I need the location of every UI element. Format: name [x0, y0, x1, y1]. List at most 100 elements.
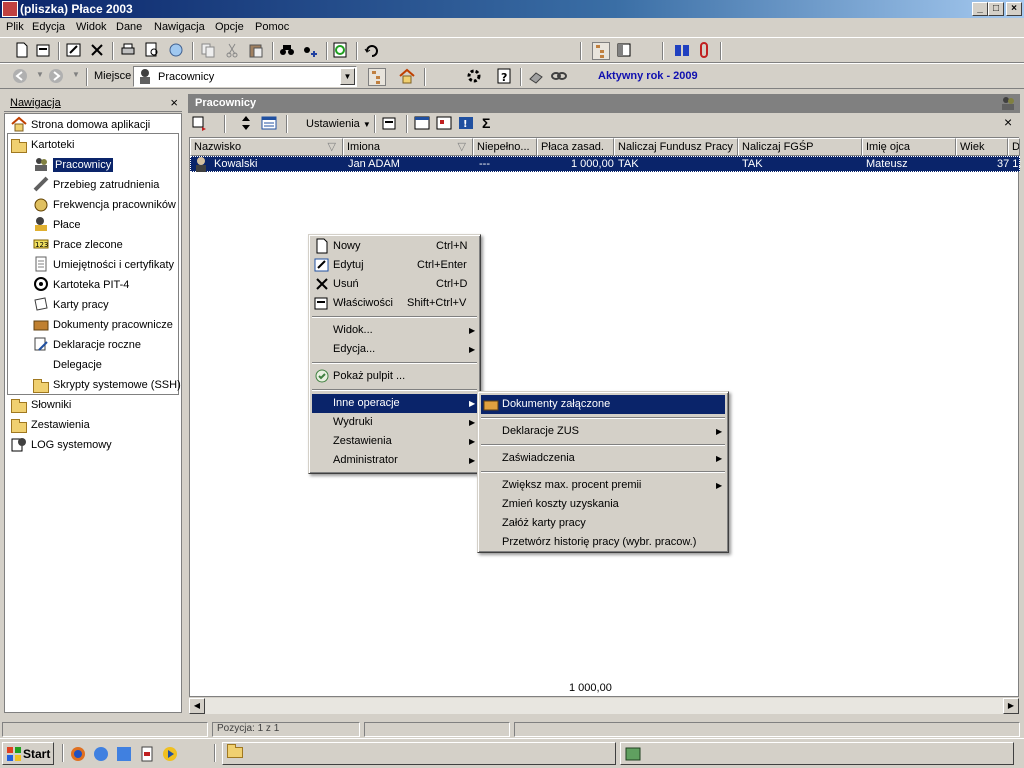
nav-item-delegacje[interactable]: Delegacje — [53, 356, 102, 374]
print-preview-icon[interactable] — [144, 42, 162, 60]
ie-icon[interactable] — [116, 746, 132, 762]
menu-item-wydruki[interactable]: Wydruki ▶ — [312, 413, 477, 432]
column-header-wiek[interactable]: Wiek — [956, 138, 1008, 156]
find-next-icon[interactable] — [302, 42, 320, 60]
help-icon[interactable]: ? — [496, 68, 514, 86]
close-icon[interactable]: × — [1004, 114, 1012, 130]
refresh-icon[interactable] — [332, 42, 350, 60]
help-book-icon[interactable] — [674, 42, 692, 60]
chevron-down-icon[interactable]: ▼ — [340, 68, 355, 85]
browser-icon[interactable] — [93, 746, 109, 762]
menu-item-widok[interactable]: Widok... ▶ — [312, 321, 477, 340]
properties-icon[interactable] — [382, 115, 400, 133]
mail-icon[interactable] — [168, 42, 186, 60]
nav-item-deklaracje[interactable]: Deklaracje roczne — [33, 336, 141, 354]
new-document-icon[interactable] — [14, 42, 32, 60]
paste-icon[interactable] — [248, 42, 266, 60]
link-icon[interactable] — [551, 68, 569, 86]
filter-icon[interactable] — [192, 115, 210, 133]
sum-icon[interactable]: Σ — [482, 115, 500, 133]
column-header-fgsp[interactable]: Naliczaj FGŚP — [738, 138, 862, 156]
export-icon[interactable] — [436, 115, 454, 133]
table-row[interactable]: Kowalski Jan ADAM --- 1 000,00 TAK TAK M… — [190, 156, 1021, 172]
scroll-left-icon[interactable]: ◀ — [189, 698, 205, 714]
home-icon[interactable] — [399, 68, 417, 86]
column-header-imiona[interactable]: Imiona ▽ — [343, 138, 473, 156]
column-header-fundusz-pracy[interactable]: Naliczaj Fundusz Pracy — [614, 138, 738, 156]
firefox-icon[interactable] — [70, 746, 86, 762]
taskbar-task-1[interactable] — [222, 742, 616, 765]
menu-item-pokaz-pulpit[interactable]: Pokaż pulpit ... — [312, 367, 477, 386]
close-icon[interactable]: × — [170, 95, 178, 110]
menu-pomoc[interactable]: Pomoc — [255, 21, 289, 33]
menu-item-wlasciwosci[interactable]: Właściwości Shift+Ctrl+V — [312, 294, 477, 313]
sort-icon[interactable] — [238, 115, 256, 133]
nav-item-frekwencja[interactable]: Frekwencja pracowników — [33, 196, 176, 214]
submenu-item-zmien-koszty[interactable]: Zmień koszty uzyskania — [481, 495, 725, 514]
nav-item-umiejetnosci[interactable]: Umiejętności i certyfikaty — [33, 256, 174, 274]
menu-item-administrator[interactable]: Administrator ▶ — [312, 451, 477, 470]
document-icon[interactable] — [139, 746, 155, 762]
minimize-button[interactable]: _ — [972, 2, 988, 16]
column-header-imie-ojca[interactable]: Imię ojca — [862, 138, 956, 156]
find-icon[interactable] — [279, 42, 297, 60]
nav-item-kartoteka-pit4[interactable]: Kartoteka PIT-4 — [33, 276, 129, 294]
nav-item-place[interactable]: Płace — [33, 216, 81, 234]
attachment-icon[interactable] — [696, 42, 714, 60]
info-icon[interactable]: ! — [458, 115, 476, 133]
media-player-icon[interactable] — [162, 746, 178, 762]
nav-item-slowniki[interactable]: Słowniki — [11, 396, 71, 414]
nav-item-przebieg-zatrudnienia[interactable]: Przebieg zatrudnienia — [33, 176, 159, 194]
edit-icon[interactable] — [66, 42, 84, 60]
taskbar-task-2[interactable] — [620, 742, 1014, 765]
nav-item-karty-pracy[interactable]: Karty pracy — [33, 296, 109, 314]
nav-item-dokumenty[interactable]: Dokumenty pracownicze — [33, 316, 173, 334]
start-button[interactable]: Start — [2, 742, 54, 765]
submenu-item-deklaracje-zus[interactable]: Deklaracje ZUS ▶ — [481, 422, 725, 441]
nav-item-log[interactable]: LOG systemowy — [11, 436, 112, 454]
menu-widok[interactable]: Widok — [76, 21, 107, 33]
app-icon[interactable] — [2, 1, 18, 17]
column-header-d[interactable]: D — [1008, 138, 1020, 156]
undo-icon[interactable] — [364, 42, 382, 60]
print-icon[interactable] — [120, 42, 138, 60]
filter-icon[interactable]: ▽ — [458, 139, 466, 155]
column-header-placa[interactable]: Płaca zasad. — [537, 138, 614, 156]
forward-dropdown-icon[interactable]: ▼ — [72, 70, 80, 79]
horizontal-scrollbar[interactable]: ◀ ▶ — [189, 697, 1019, 714]
menu-item-zestawienia[interactable]: Zestawienia ▶ — [312, 432, 477, 451]
close-button[interactable]: × — [1006, 2, 1022, 16]
menu-nawigacja[interactable]: Nawigacja — [154, 21, 205, 33]
cut-icon[interactable] — [224, 42, 242, 60]
delete-icon[interactable] — [89, 42, 107, 60]
back-dropdown-icon[interactable]: ▼ — [36, 70, 44, 79]
menu-item-nowy[interactable]: Nowy Ctrl+N — [312, 237, 477, 256]
tools-icon[interactable] — [466, 68, 484, 86]
nav-item-zestawienia[interactable]: Zestawienia — [11, 416, 90, 434]
nav-item-kartoteki[interactable]: Kartoteki — [11, 136, 74, 154]
properties-icon[interactable] — [36, 42, 54, 60]
nav-item-skrypty[interactable]: Skrypty systemowe (SSH) — [33, 376, 181, 394]
menu-dane[interactable]: Dane — [116, 21, 142, 33]
nav-item-prace-zlecone[interactable]: 123 Prace zlecone — [33, 236, 123, 254]
tree-view-icon[interactable] — [368, 68, 386, 86]
menu-item-inne-operacje[interactable]: Inne operacje ▶ — [312, 394, 477, 413]
submenu-item-dokumenty-zalaczone[interactable]: Dokumenty załączone — [481, 395, 725, 414]
tree-view-toggle-icon[interactable] — [592, 42, 610, 60]
menu-edycja[interactable]: Edycja — [32, 21, 65, 33]
settings-dropdown[interactable]: Ustawienia ▼ — [306, 118, 371, 130]
scroll-right-icon[interactable]: ▶ — [1003, 698, 1019, 714]
submenu-item-przetworz-historie[interactable]: Przetwórz historię pracy (wybr. pracow.) — [481, 533, 725, 552]
grid-view-icon[interactable] — [261, 115, 279, 133]
back-icon[interactable] — [12, 68, 30, 86]
column-chooser-icon[interactable] — [414, 115, 432, 133]
submenu-item-zwieksz-premie[interactable]: Zwiększ max. procent premii ▶ — [481, 476, 725, 495]
address-combo[interactable]: Pracownicy ▼ — [133, 66, 357, 87]
menu-plik[interactable]: Plik — [6, 21, 24, 33]
maximize-button[interactable]: □ — [988, 2, 1004, 16]
menu-opcje[interactable]: Opcje — [215, 21, 244, 33]
split-view-icon[interactable] — [616, 42, 634, 60]
copy-icon[interactable] — [200, 42, 218, 60]
submenu-item-zaswiadczenia[interactable]: Zaświadczenia ▶ — [481, 449, 725, 468]
forward-icon[interactable] — [48, 68, 66, 86]
